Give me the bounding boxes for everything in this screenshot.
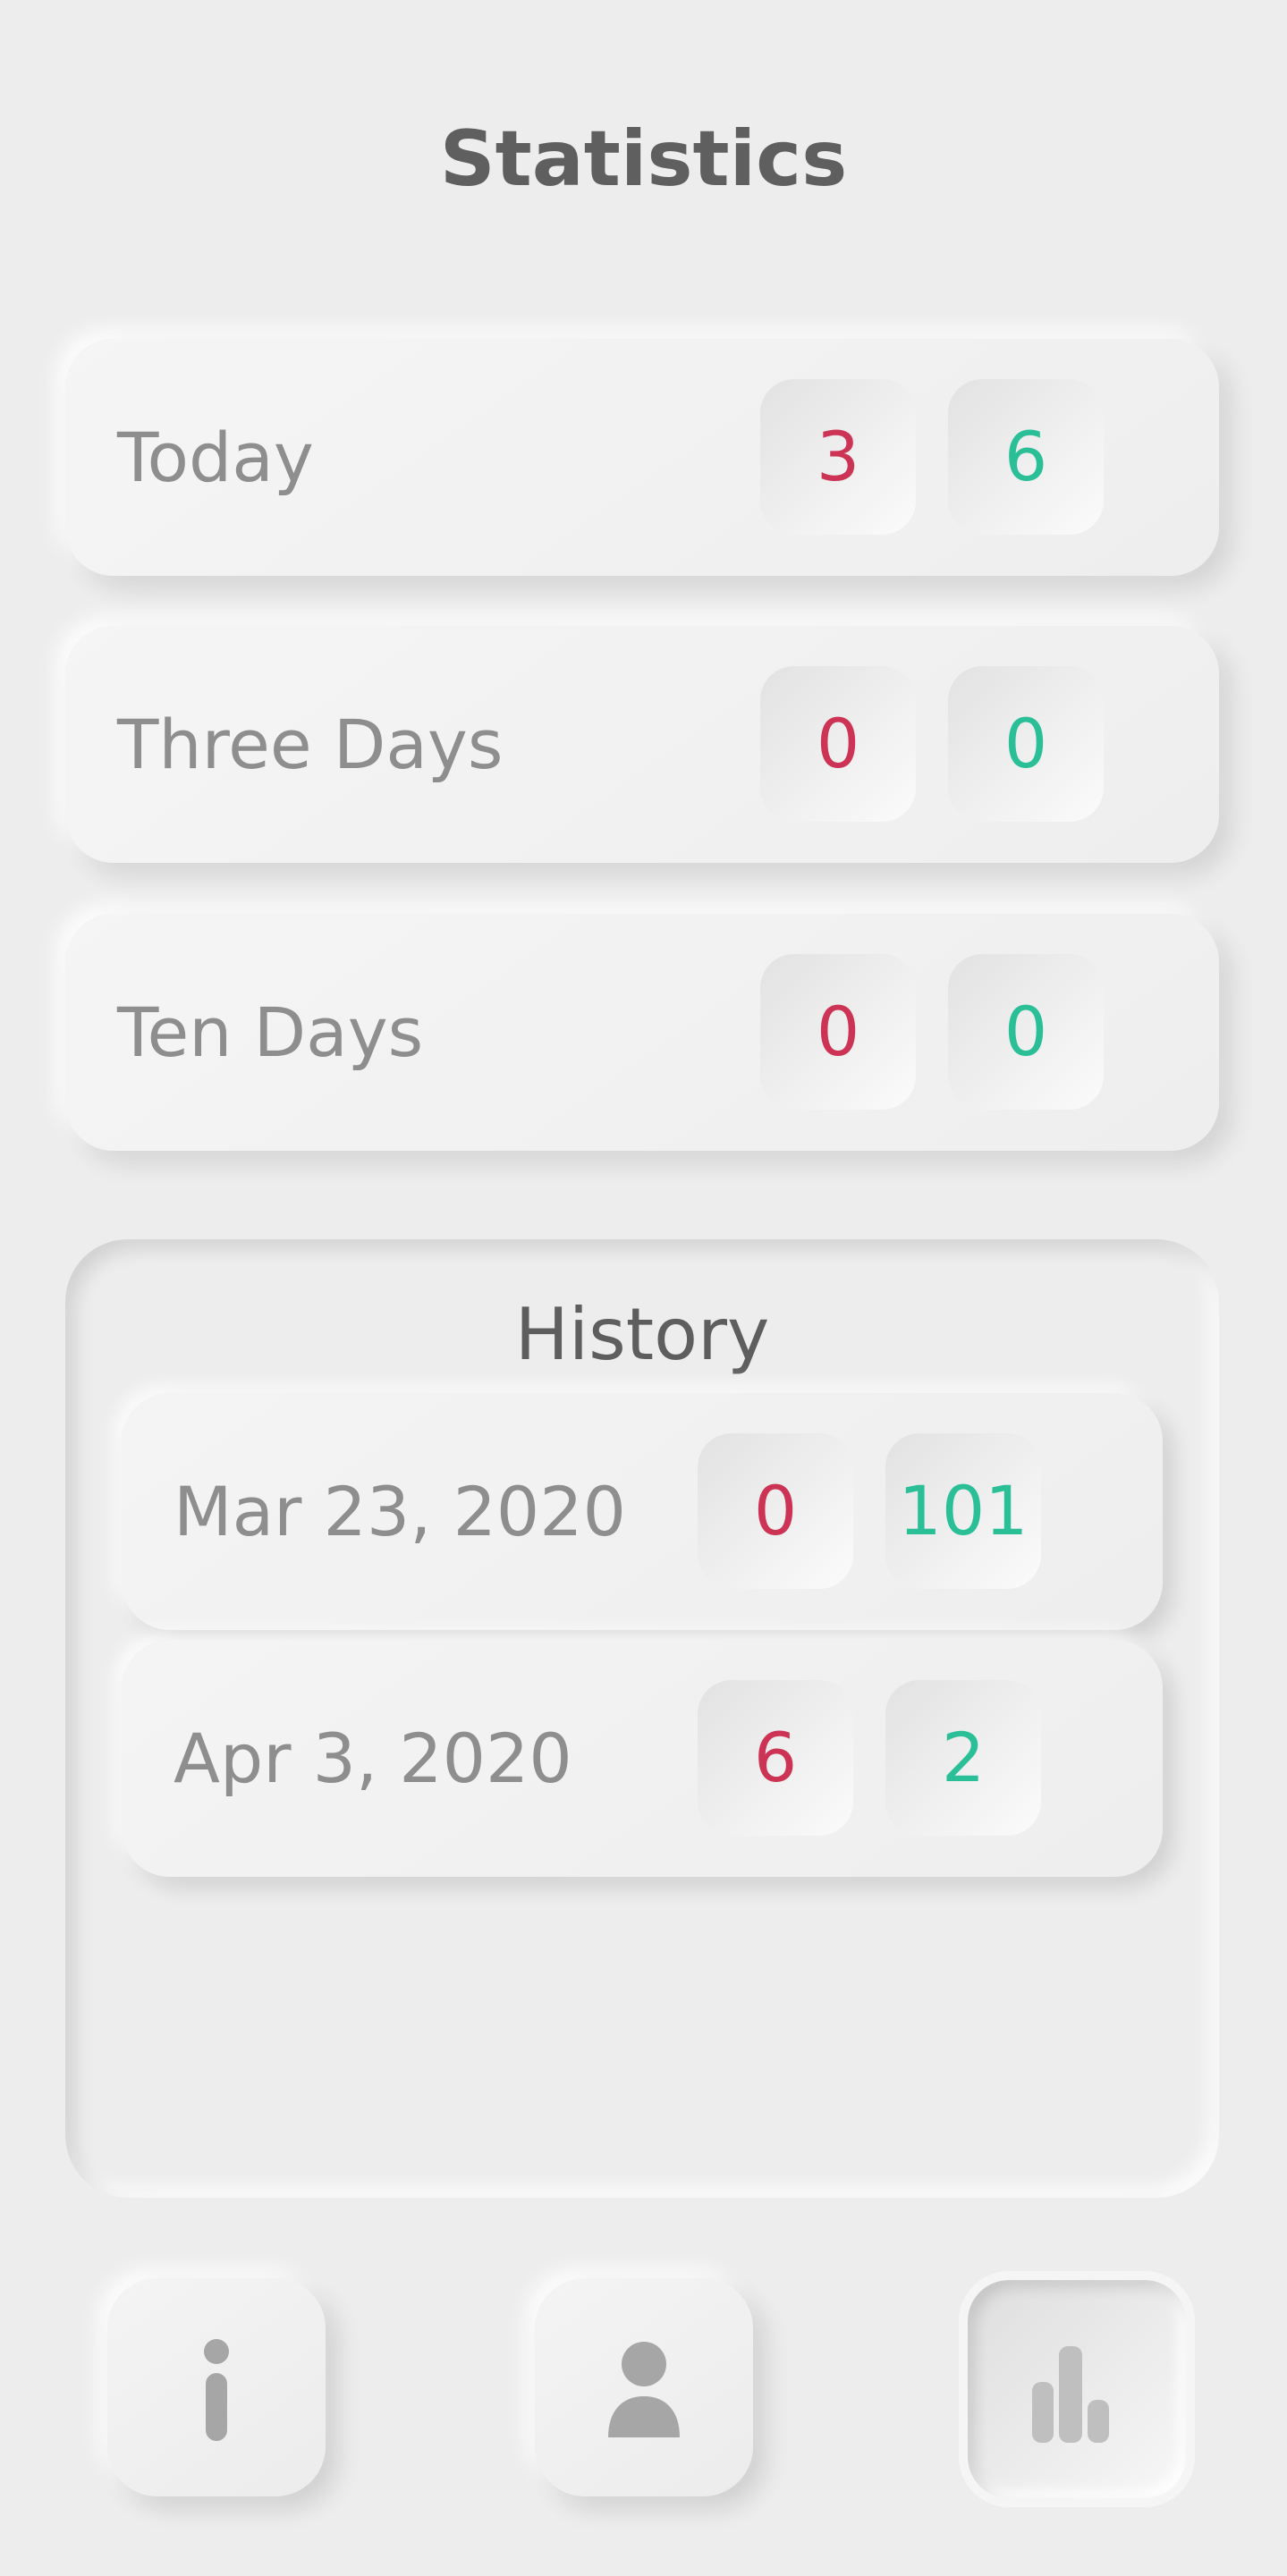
history-row[interactable]: Mar 23, 2020 0 101 (122, 1393, 1163, 1630)
page-title: Statistics (439, 114, 848, 204)
nav-profile-button[interactable] (535, 2278, 753, 2496)
red-count-badge: 0 (760, 954, 916, 1110)
bar-chart-icon (1032, 2346, 1109, 2443)
red-count-badge: 0 (698, 1433, 853, 1589)
green-count-badge: 2 (885, 1680, 1041, 1836)
green-count-badge: 6 (948, 379, 1104, 535)
green-count-badge: 101 (885, 1433, 1041, 1589)
red-count-badge: 0 (760, 666, 916, 822)
red-count-badge: 3 (760, 379, 916, 535)
history-row[interactable]: Apr 3, 2020 6 2 (122, 1640, 1163, 1877)
green-count-badge: 0 (948, 666, 1104, 822)
history-date: Mar 23, 2020 (174, 1472, 626, 1551)
stat-row-label: Ten Days (117, 992, 424, 1072)
stat-row-today: Today 3 6 (65, 339, 1219, 576)
user-icon (608, 2342, 680, 2437)
history-title: History (514, 1293, 770, 1376)
stat-row-three-days: Three Days 0 0 (65, 626, 1219, 863)
red-count-badge: 6 (698, 1680, 853, 1836)
stat-row-ten-days: Ten Days 0 0 (65, 914, 1219, 1151)
history-date: Apr 3, 2020 (174, 1719, 572, 1798)
stat-row-label: Today (117, 418, 314, 497)
green-count-badge: 0 (948, 954, 1104, 1110)
history-panel[interactable]: History Mar 23, 2020 0 101 Apr 3, 2020 6… (65, 1239, 1219, 2198)
stat-row-label: Three Days (117, 705, 504, 784)
nav-statistics-button[interactable] (959, 2271, 1195, 2507)
info-icon (204, 2339, 229, 2441)
nav-info-button[interactable] (107, 2278, 326, 2496)
